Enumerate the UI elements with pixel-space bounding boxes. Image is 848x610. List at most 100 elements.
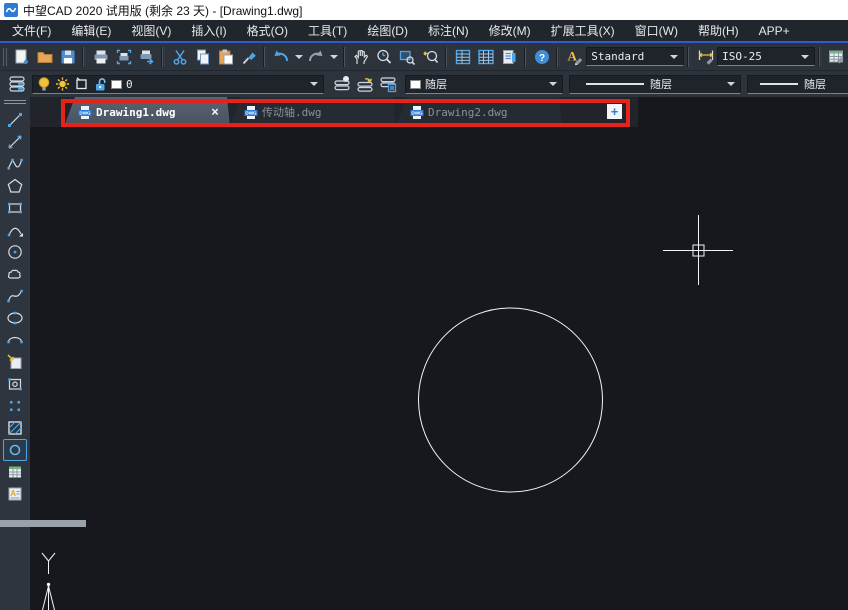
tab-drawing1[interactable]: DWG Drawing1.dwg × [64,97,230,127]
tab-drawing2[interactable]: DWG Drawing2.dwg [396,97,562,127]
toolbar-separator [343,47,347,67]
text-style-value: Standard [591,50,679,63]
redo-dropdown-icon[interactable] [330,55,338,59]
layer-manager-icon[interactable] [376,73,399,96]
linetype-select[interactable]: 随层 [569,75,741,94]
menu-express[interactable]: 扩展工具(X) [541,19,625,42]
print-preview-icon[interactable] [112,45,135,68]
paste-icon[interactable] [214,45,237,68]
layer-color-swatch [111,80,122,89]
zwcad-logo-icon [4,3,18,17]
rectangle-icon[interactable] [3,197,27,219]
tool-palettes-icon[interactable] [498,45,521,68]
menu-format[interactable]: 格式(O) [237,19,298,42]
undo-dropdown-icon[interactable] [295,55,303,59]
layer-properties-icon[interactable] [5,73,28,96]
drawing-canvas[interactable] [30,97,848,610]
zoom-previous-icon[interactable] [419,45,442,68]
dwg-file-icon: DWG [410,105,424,120]
arc-icon[interactable] [3,219,27,241]
cut-icon[interactable] [168,45,191,68]
dimension-style-icon[interactable] [694,45,717,68]
table-icon[interactable] [3,461,27,483]
menu-app-plus[interactable]: APP+ [749,21,800,41]
dwg-file-icon: DWG [244,105,258,120]
circle-icon[interactable] [3,241,27,263]
menu-tools[interactable]: 工具(T) [298,19,357,42]
toolbar-separator [161,47,165,67]
redo-icon[interactable] [305,45,328,68]
tab-chuandongzhou[interactable]: DWG 传动轴.dwg [230,97,396,127]
new-icon[interactable] [10,45,33,68]
chevron-down-icon [670,55,678,59]
construction-line-icon[interactable] [3,131,27,153]
dim-style-select[interactable]: ISO-25 [717,47,815,66]
match-properties-icon[interactable] [237,45,260,68]
layer-states-icon[interactable] [330,73,353,96]
text-style-icon[interactable]: A [563,45,586,68]
lineweight-select[interactable]: 随层 [747,75,848,94]
mtext-icon[interactable]: A [3,483,27,505]
unlock-icon[interactable] [92,76,107,92]
hatch-icon[interactable] [3,417,27,439]
toolbar-grip[interactable] [4,100,26,105]
polyline-icon[interactable] [3,153,27,175]
pan-icon[interactable] [350,45,373,68]
revision-cloud-icon[interactable] [3,263,27,285]
new-tab-button[interactable]: + [607,104,622,119]
undo-icon[interactable] [270,45,293,68]
menu-insert[interactable]: 插入(I) [181,19,236,42]
svg-text:DWG: DWG [411,110,423,115]
chevron-down-icon [310,82,318,86]
document-tab-bar: DWG Drawing1.dwg × DWG 传动轴.dwg DWG Drawi… [30,97,638,127]
ellipse-icon[interactable] [3,307,27,329]
menu-draw[interactable]: 绘图(D) [357,19,418,42]
donut-icon[interactable] [3,439,27,461]
point-icon[interactable] [3,395,27,417]
open-icon[interactable] [33,45,56,68]
close-icon[interactable]: × [208,106,222,119]
menu-dimension[interactable]: 标注(N) [418,19,479,42]
svg-text:DWG: DWG [79,110,91,115]
line-icon[interactable] [3,109,27,131]
dim-style-value: ISO-25 [722,50,810,63]
table-style-icon[interactable] [825,45,848,68]
print-icon[interactable] [89,45,112,68]
insert-block-icon[interactable] [3,351,27,373]
bulb-on-icon[interactable] [37,76,51,92]
properties-icon[interactable] [452,45,475,68]
color-select[interactable]: 随层 [405,75,563,94]
menu-file[interactable]: 文件(F) [2,19,61,42]
tab-label: Drawing1.dwg [96,106,204,119]
copy-icon[interactable] [191,45,214,68]
spline-icon[interactable] [3,285,27,307]
zoom-window-icon[interactable] [396,45,419,68]
layer-previous-icon[interactable] [353,73,376,96]
plot-state-icon[interactable] [74,76,88,92]
menu-view[interactable]: 视图(V) [121,19,181,42]
menu-window[interactable]: 窗口(W) [625,19,688,42]
layers-toolbar: 0 随层 随层 随层 [0,70,848,97]
zoom-realtime-icon[interactable] [373,45,396,68]
toolbar-grip[interactable] [3,48,8,66]
layer-select[interactable]: 0 [32,75,324,94]
help-icon[interactable]: ? [530,45,553,68]
layer-name-value: 0 [126,78,319,91]
plot-icon[interactable] [135,45,158,68]
save-icon[interactable] [56,45,79,68]
circle-entity [419,308,603,492]
menu-modify[interactable]: 修改(M) [479,19,541,42]
design-center-icon[interactable] [475,45,498,68]
dock-edge [0,520,86,527]
text-style-select[interactable]: Standard [586,47,684,66]
title-bar: 中望CAD 2020 试用版 (剩余 23 天) - [Drawing1.dwg… [0,0,848,20]
sun-icon[interactable] [55,76,70,92]
lineweight-preview [760,83,798,85]
menu-help[interactable]: 帮助(H) [688,19,749,42]
color-value: 随层 [425,76,558,92]
ellipse-arc-icon[interactable] [3,329,27,351]
polygon-icon[interactable] [3,175,27,197]
make-block-icon[interactable] [3,373,27,395]
linetype-value: 随层 [650,76,736,92]
menu-edit[interactable]: 编辑(E) [61,19,121,42]
